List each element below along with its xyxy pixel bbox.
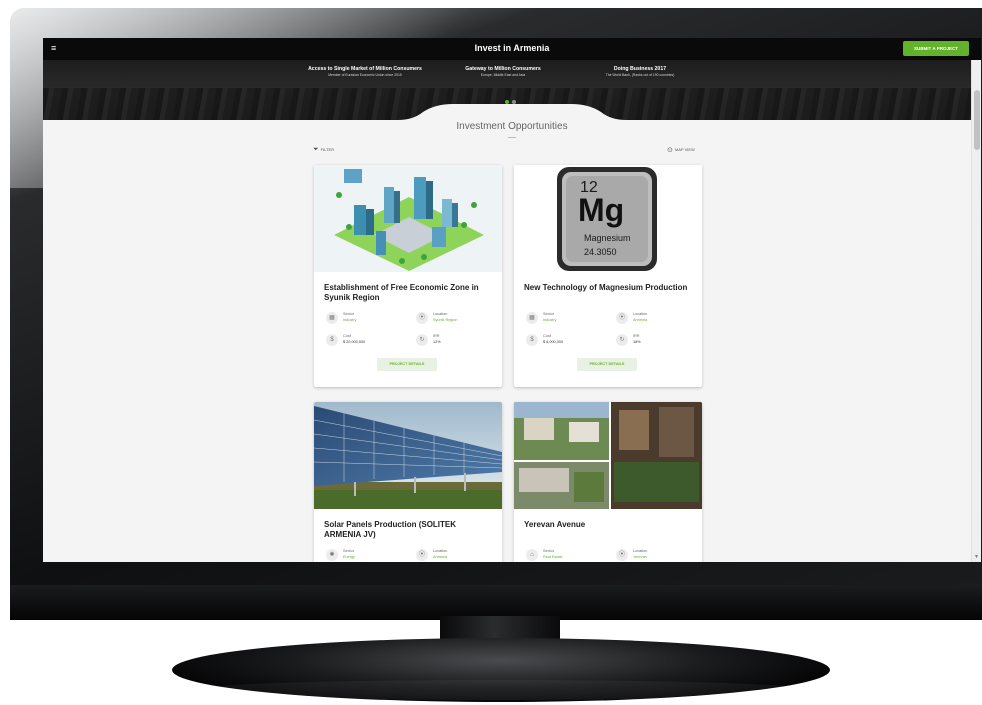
metric-label: Location	[433, 549, 448, 553]
card-title: Yerevan Avenue	[524, 520, 586, 529]
map-pin-icon: ⊙	[667, 147, 673, 154]
location-pin-icon: ⦿	[416, 312, 428, 324]
metric-label: Cost	[543, 334, 551, 338]
hero-stat: Gateway to Million Consumers Europe, Mid…	[433, 66, 573, 77]
metric-sector: ▦ Sector Industry	[526, 310, 606, 328]
metric-value: Syunik Region	[433, 318, 458, 322]
location-pin-icon: ⦿	[616, 312, 628, 324]
hero-stat-title: Gateway to Million Consumers	[465, 66, 541, 72]
home-icon: ⌂	[526, 549, 538, 561]
project-details-button[interactable]: PROJECT DETAILS	[377, 358, 437, 371]
metric-value: Industry	[343, 318, 357, 322]
monitor-chin	[10, 585, 982, 620]
metric-location: ⦿ Location Yerevan	[616, 547, 696, 562]
filter-label: FILTER	[320, 147, 335, 153]
metric-value: Industry	[543, 318, 557, 322]
metric-sector: ✺ Sector Energy	[326, 547, 406, 562]
project-card[interactable]: Solar Panels Production (SOLITEK ARMENIA…	[314, 402, 502, 562]
metric-location: ⦿ Location Armenia	[416, 547, 496, 562]
hero-stat: Doing Business 2017 The World Bank, (Ran…	[570, 66, 710, 77]
filter-icon: ⏷	[313, 146, 319, 153]
map-view-label: MAP VIEW	[674, 147, 695, 153]
energy-icon: ✺	[326, 549, 338, 561]
metric-value: 12%	[433, 340, 441, 344]
metric-value: Energy	[343, 555, 356, 559]
refresh-icon: ↻	[416, 334, 428, 346]
hero-stat-subtitle: The World Bank, (Ranks out of 190 countr…	[605, 73, 675, 77]
hero-stat-title: Access to Single Market of Million Consu…	[308, 66, 422, 72]
metric-value: $ 6,000,000	[543, 340, 564, 344]
filter-button[interactable]: ⏷ FILTER	[313, 146, 334, 154]
section-divider	[508, 137, 516, 138]
top-bar: ≡ Invest in Armenia SUBMIT A PROJECT	[43, 38, 981, 60]
dollar-icon: $	[526, 334, 538, 346]
metric-location: ⦿ Location Syunik Region	[416, 310, 496, 328]
project-card[interactable]: 12 Mg Magnesium 24.3050 New Technology o…	[514, 165, 702, 387]
element-name: Magnesium	[584, 233, 631, 243]
metric-location: ⦿ Location Armenia	[616, 310, 696, 328]
section-title: Investment Opportunities	[456, 121, 568, 132]
hero-stat: Access to Single Market of Million Consu…	[295, 66, 435, 77]
metric-cost: $ Cost $ 6,000,000	[526, 332, 606, 350]
metric-label: Cost	[343, 334, 351, 338]
card-title: Establishment of Free Economic Zone in S…	[324, 283, 479, 302]
metric-sector: ▦ Sector Industry	[326, 310, 406, 328]
hero-stat-subtitle: Member of Eurasian Economic Union since …	[328, 73, 402, 77]
hero-stat-title: Doing Business 2017	[613, 66, 667, 72]
metric-label: Location	[633, 312, 648, 316]
screen: ≡ Invest in Armenia SUBMIT A PROJECT Acc…	[43, 38, 981, 562]
dollar-icon: $	[326, 334, 338, 346]
factory-icon: ▦	[526, 312, 538, 324]
element-symbol: Mg	[578, 192, 625, 228]
scrollbar-thumb[interactable]	[974, 90, 980, 150]
app-title: Invest in Armenia	[474, 43, 550, 53]
metric-label: Sector	[343, 312, 354, 316]
location-pin-icon: ⦿	[416, 549, 428, 561]
metric-label: IRR	[433, 334, 440, 338]
metric-value: Real Estate	[543, 555, 563, 559]
scrollbar[interactable]: ▼	[971, 60, 981, 562]
metric-sector: ⌂ Sector Real Estate	[526, 547, 606, 562]
metric-label: IRR	[633, 334, 640, 338]
metric-label: Sector	[543, 549, 554, 553]
metric-value: Armenia	[433, 555, 448, 559]
metric-value: 18%	[633, 340, 641, 344]
submit-project-button[interactable]: SUBMIT A PROJECT	[903, 41, 969, 56]
refresh-icon: ↻	[616, 334, 628, 346]
solar-panels-image	[314, 402, 502, 509]
yerevan-avenue-collage-image	[514, 402, 702, 509]
project-details-button[interactable]: PROJECT DETAILS	[577, 358, 637, 371]
metric-irr: ↻ IRR 18%	[616, 332, 696, 350]
map-view-button[interactable]: ⊙ MAP VIEW	[667, 146, 695, 154]
metric-value: Armenia	[633, 318, 648, 322]
element-mass: 24.3050	[584, 247, 617, 257]
factory-icon: ▦	[326, 312, 338, 324]
city-illustration-image	[314, 165, 502, 272]
metric-value: $ 20,000,000	[343, 340, 366, 344]
metric-cost: $ Cost $ 20,000,000	[326, 332, 406, 350]
card-title: Solar Panels Production (SOLITEK ARMENIA…	[324, 520, 457, 539]
metric-label: Location	[433, 312, 448, 316]
hero-stat-subtitle: Europe, Middle East and Asia	[480, 73, 526, 77]
metric-label: Sector	[543, 312, 554, 316]
metric-value: Yerevan	[633, 555, 647, 559]
metric-label: Location	[633, 549, 648, 553]
location-pin-icon: ⦿	[616, 549, 628, 561]
metric-label: Sector	[343, 549, 354, 553]
metric-irr: ↻ IRR 12%	[416, 332, 496, 350]
project-card[interactable]: Establishment of Free Economic Zone in S…	[314, 165, 502, 387]
card-title: New Technology of Magnesium Production	[524, 283, 688, 292]
project-card[interactable]: Yerevan Avenue ⌂ Sector Real Estate ⦿ Lo…	[514, 402, 702, 562]
monitor-stand-rim	[190, 680, 812, 700]
scroll-down-arrow-icon[interactable]: ▼	[973, 554, 980, 560]
